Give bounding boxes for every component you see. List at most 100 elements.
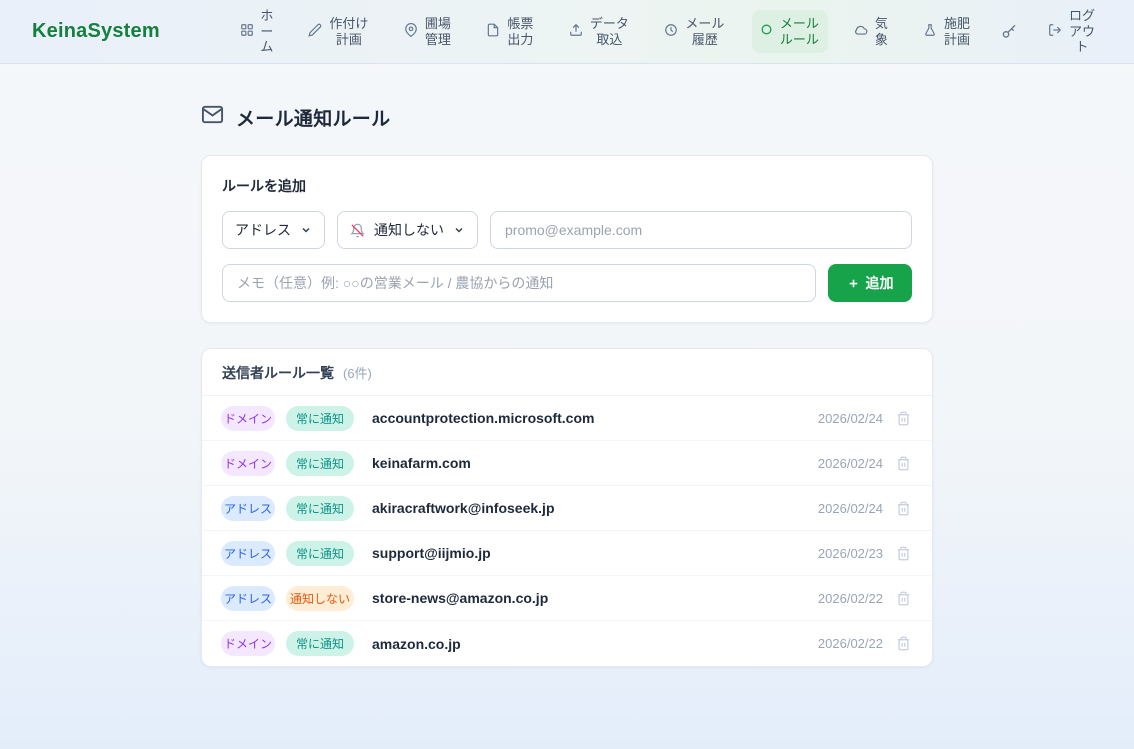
- cloud-icon: [854, 23, 868, 41]
- rule-type-badge: ドメイン: [221, 631, 275, 656]
- history-icon: [664, 23, 678, 41]
- rule-target: akiracraftwork@infoseek.jp: [372, 500, 807, 516]
- delete-rule-button[interactable]: [894, 589, 913, 608]
- rule-date: 2026/02/24: [818, 456, 883, 471]
- add-rule-button[interactable]: 追加: [828, 264, 912, 302]
- nav-item-mail-rules[interactable]: メールルール: [752, 10, 828, 53]
- delete-rule-button[interactable]: [894, 544, 913, 563]
- pencil-icon: [308, 23, 322, 41]
- rules-list-title: 送信者ルール一覧: [222, 363, 334, 383]
- rule-type-badge: アドレス: [221, 541, 275, 566]
- rule-target: accountprotection.microsoft.com: [372, 410, 807, 426]
- nav-item-weather[interactable]: 気象: [846, 10, 896, 53]
- trash-icon: [896, 411, 911, 426]
- rule-action-badge: 常に通知: [286, 631, 354, 656]
- rule-date: 2026/02/22: [818, 636, 883, 651]
- add-rule-row-2: 追加: [222, 264, 912, 302]
- rule-type-badge: ドメイン: [221, 451, 275, 476]
- delete-rule-button[interactable]: [894, 454, 913, 473]
- rule-date: 2026/02/24: [818, 411, 883, 426]
- trash-icon: [896, 636, 911, 651]
- rule-target: support@iijmio.jp: [372, 545, 807, 561]
- rule-target: store-news@amazon.co.jp: [372, 590, 807, 606]
- rule-date: 2026/02/24: [818, 501, 883, 516]
- nav-label: 施肥計画: [943, 16, 971, 47]
- rule-type-value: アドレス: [235, 220, 291, 240]
- nav-item-planting-plan[interactable]: 作付け計画: [300, 10, 377, 53]
- chevron-down-icon: [453, 224, 465, 236]
- add-rule-card: ルールを追加 アドレス 通知しない 追加: [201, 155, 933, 323]
- logout-icon: [1048, 23, 1062, 41]
- nav-item-field-management[interactable]: 圃場管理: [396, 10, 460, 53]
- main-nav: ホーム 作付け計画 圃場管理 帳票出力 データ取込 メール履歴 メールルール: [232, 2, 1104, 61]
- rules-list-card: 送信者ルール一覧 (6件) ドメイン 常に通知 accountprotectio…: [201, 348, 933, 667]
- rule-type-badge: アドレス: [221, 496, 275, 521]
- delete-rule-button[interactable]: [894, 634, 913, 653]
- rule-row: ドメイン 常に通知 amazon.co.jp 2026/02/22: [202, 621, 932, 666]
- rule-date: 2026/02/22: [818, 591, 883, 606]
- rule-action-select[interactable]: 通知しない: [337, 211, 478, 249]
- flask-icon: [923, 23, 937, 41]
- rule-action-badge: 常に通知: [286, 496, 354, 521]
- add-rule-row-1: アドレス 通知しない: [222, 211, 912, 249]
- rule-row: ドメイン 常に通知 accountprotection.microsoft.co…: [202, 396, 932, 441]
- trash-icon: [896, 501, 911, 516]
- mail-icon: [201, 103, 224, 131]
- nav-item-report-output[interactable]: 帳票出力: [478, 10, 542, 53]
- rule-action-badge: 通知しない: [286, 586, 354, 611]
- rule-target: keinafarm.com: [372, 455, 807, 471]
- rule-action-badge: 常に通知: [286, 541, 354, 566]
- rule-type-badge: アドレス: [221, 586, 275, 611]
- nav-item-mail-history[interactable]: メール履歴: [656, 10, 733, 53]
- rule-type-badge: ドメイン: [221, 406, 275, 431]
- rule-row: アドレス 常に通知 support@iijmio.jp 2026/02/23: [202, 531, 932, 576]
- nav-label: 作付け計画: [328, 16, 369, 47]
- brand-logo[interactable]: KeinaSystem: [32, 20, 160, 43]
- plus-icon: [847, 277, 860, 290]
- rule-type-select[interactable]: アドレス: [222, 211, 325, 249]
- delete-rule-button[interactable]: [894, 409, 913, 428]
- upload-icon: [569, 23, 583, 41]
- trash-icon: [896, 456, 911, 471]
- rule-row: ドメイン 常に通知 keinafarm.com 2026/02/24: [202, 441, 932, 486]
- trash-icon: [896, 546, 911, 561]
- add-rule-button-label: 追加: [866, 273, 894, 293]
- nav-label: 圃場管理: [424, 16, 452, 47]
- nav-label: 帳票出力: [506, 16, 534, 47]
- trash-icon: [896, 591, 911, 606]
- rule-row: アドレス 通知しない store-news@amazon.co.jp 2026/…: [202, 576, 932, 621]
- rule-action-badge: 常に通知: [286, 451, 354, 476]
- circle-icon: [760, 23, 773, 40]
- rule-action-value: 通知しない: [374, 220, 444, 240]
- nav-label: メールルール: [779, 16, 820, 47]
- document-icon: [486, 23, 500, 41]
- rule-action-badge: 常に通知: [286, 406, 354, 431]
- nav-label: メール履歴: [684, 16, 725, 47]
- memo-input[interactable]: [222, 264, 816, 302]
- nav-label: ホーム: [260, 8, 274, 55]
- top-nav: KeinaSystem ホーム 作付け計画 圃場管理 帳票出力 データ取込 メー…: [0, 0, 1134, 64]
- rule-date: 2026/02/23: [818, 546, 883, 561]
- map-pin-icon: [404, 23, 418, 41]
- nav-item-fertilizer-plan[interactable]: 施肥計画: [915, 10, 979, 53]
- page-title-text: メール通知ルール: [236, 104, 390, 131]
- nav-label: ログアウト: [1068, 8, 1096, 55]
- nav-item-home[interactable]: ホーム: [232, 2, 282, 61]
- rule-row: アドレス 常に通知 akiracraftwork@infoseek.jp 202…: [202, 486, 932, 531]
- rules-list-header: 送信者ルール一覧 (6件): [202, 349, 932, 396]
- nav-item-data-import[interactable]: データ取込: [561, 10, 638, 53]
- address-input[interactable]: [490, 211, 912, 249]
- main-content: メール通知ルール ルールを追加 アドレス 通知しない 追加: [201, 64, 933, 667]
- add-rule-heading: ルールを追加: [222, 176, 912, 196]
- chevron-down-icon: [300, 224, 312, 236]
- bell-off-icon: [350, 223, 365, 238]
- nav-label: 気象: [874, 16, 888, 47]
- key-icon[interactable]: [997, 20, 1021, 44]
- nav-item-logout[interactable]: ログアウト: [1040, 2, 1104, 61]
- page-title: メール通知ルール: [201, 103, 933, 131]
- dashboard-icon: [240, 23, 254, 41]
- rule-target: amazon.co.jp: [372, 636, 807, 652]
- rules-list-count: (6件): [343, 363, 372, 382]
- delete-rule-button[interactable]: [894, 499, 913, 518]
- nav-label: データ取込: [589, 16, 630, 47]
